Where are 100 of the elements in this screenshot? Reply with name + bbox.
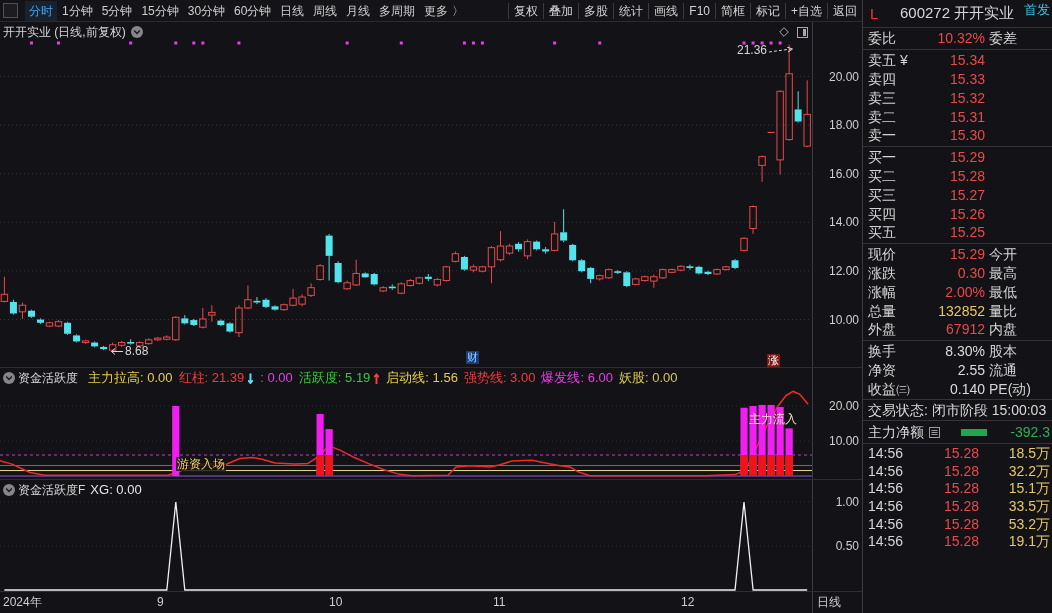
quote-value: 10.32% — [936, 30, 985, 47]
quote-label: 总量 — [868, 302, 897, 319]
quote-label: 买五 — [868, 224, 897, 241]
quote-label: 卖二 — [868, 108, 897, 125]
axis-label: 18.00 — [828, 118, 859, 133]
quote-value: 15.29 — [948, 149, 985, 166]
toolbar-button[interactable]: 标记 — [750, 2, 785, 19]
quote-value: 0.140 — [948, 380, 985, 397]
date-label: 9 — [157, 595, 164, 609]
indicator-name: 资金活跃度F — [18, 481, 86, 499]
quote-label: 委差 — [989, 30, 1018, 47]
quote-label: 流通 — [989, 361, 1018, 378]
quote-label: 最高 — [989, 264, 1018, 281]
trade-price: 15.28 — [942, 480, 979, 497]
axis-label: 20.00 — [828, 399, 859, 413]
toolbar-button[interactable]: 返回 — [827, 2, 862, 19]
date-label: 12 — [681, 595, 695, 609]
quote-label: 现价 — [868, 246, 897, 263]
toolbar-button[interactable]: 画线 — [648, 2, 684, 19]
trade-price: 15.28 — [942, 498, 979, 515]
quote-label: 卖四 — [868, 71, 897, 87]
quote-label: 买二 — [868, 167, 897, 184]
trade-volume: 18.5万 — [1007, 445, 1050, 461]
axis-label: 12.00 — [828, 263, 859, 278]
axis-label: 20.00 — [828, 69, 859, 84]
quote-value: 8.30% — [944, 343, 985, 360]
net-flow-value: -392.3 — [1010, 424, 1050, 441]
quote-value: 15.31 — [948, 108, 985, 125]
trade-volume: 33.5万 — [1007, 498, 1050, 515]
quote-label: 外盘 — [868, 321, 897, 338]
quote-label: 收益㈢ — [868, 380, 911, 397]
date-label: 11 — [493, 595, 506, 609]
quote-value: 0.30 — [956, 264, 985, 281]
axis-label: 10.00 — [828, 434, 859, 448]
axis-label: 1.00 — [835, 495, 859, 509]
quote-label: 涨跌 — [868, 264, 897, 281]
quote-value: 15.32 — [948, 89, 985, 106]
quote-label: 委比 — [868, 30, 897, 47]
quote-label: 涨幅 — [868, 283, 897, 300]
toolbar-button[interactable]: 统计 — [613, 2, 649, 19]
trade-time: 14:56 — [868, 445, 905, 461]
quote-label: 净资 — [868, 361, 897, 378]
market-label: L — [870, 5, 880, 22]
toolbar-button[interactable]: 简框 — [715, 2, 750, 19]
quote-value: 15.29 — [948, 246, 985, 263]
net-flow-label: 主力净额 — [868, 424, 924, 441]
trade-volume: 53.2万 — [1007, 515, 1050, 532]
list-icon[interactable] — [929, 426, 940, 438]
quote-label: 买四 — [868, 205, 897, 222]
quote-value: 15.28 — [948, 167, 985, 184]
period-tab[interactable]: 1分钟 — [58, 0, 97, 21]
period-tab[interactable]: 5分钟 — [97, 0, 137, 21]
toolbar-button[interactable]: 多股 — [578, 2, 614, 19]
trade-time: 14:56 — [868, 515, 905, 532]
quote-label: 换手 — [868, 343, 897, 360]
period-tab[interactable]: 月线 — [342, 0, 375, 21]
trade-volume: 15.1万 — [1007, 480, 1050, 497]
quote-label: 最低 — [989, 283, 1018, 300]
quote-label: 卖一 — [868, 127, 897, 144]
axis-label: 10.00 — [828, 312, 859, 327]
series-name: XG — [90, 482, 110, 498]
toolbar-button[interactable]: 叠加 — [543, 2, 579, 19]
period-tab[interactable]: 周线 — [309, 0, 342, 21]
trade-volume: 19.1万 — [1007, 533, 1050, 550]
period-tab[interactable]: 30分钟 — [183, 0, 230, 21]
legend-value: : 0.00 — [109, 482, 142, 498]
quote-label: 买一 — [868, 149, 897, 166]
toolbar-button[interactable]: +自选 — [785, 2, 827, 19]
toolbar-button[interactable]: F10 — [683, 2, 715, 19]
quote-value: 2.55 — [956, 361, 985, 378]
quote-value: 2.00% — [944, 283, 985, 300]
trade-price: 15.28 — [942, 533, 979, 550]
quote-label: 买三 — [868, 186, 897, 203]
quote-value: 132852 — [937, 302, 985, 319]
period-label: 日线 — [817, 595, 841, 609]
chevron-down-icon[interactable] — [3, 484, 15, 496]
quote-value: 15.34 — [948, 52, 985, 69]
announcement-link[interactable]: 首发 — [1024, 1, 1052, 19]
period-tab[interactable]: 60分钟 — [230, 0, 276, 21]
axis-label: 14.00 — [828, 215, 859, 230]
period-tab[interactable]: 日线 — [276, 0, 309, 21]
quote-value: 15.26 — [948, 205, 985, 222]
quote-label: 卖五 ¥ — [868, 52, 909, 69]
axis-label: 16.00 — [828, 166, 859, 181]
quote-value: 15.33 — [948, 71, 985, 87]
period-tab[interactable]: 分时 — [25, 0, 57, 21]
trade-price: 15.28 — [942, 445, 979, 461]
period-tab[interactable]: 更多 〉 — [420, 0, 468, 21]
quote-label: 股本 — [989, 343, 1018, 360]
trade-status: 交易状态: 闭市阶段 15:00:03 — [868, 402, 1047, 419]
trade-time: 14:56 — [868, 462, 905, 479]
period-tab[interactable]: 15分钟 — [137, 0, 183, 21]
quote-label: 今开 — [989, 246, 1018, 263]
axis-label: 0.50 — [835, 539, 859, 553]
date-label: 10 — [329, 595, 343, 609]
trade-time: 14:56 — [868, 480, 905, 497]
quote-value: 15.25 — [948, 224, 985, 241]
toolbar-button[interactable]: 复权 — [508, 2, 544, 19]
quote-value: 15.27 — [948, 186, 985, 203]
period-tab[interactable]: 多周期 — [375, 0, 420, 21]
